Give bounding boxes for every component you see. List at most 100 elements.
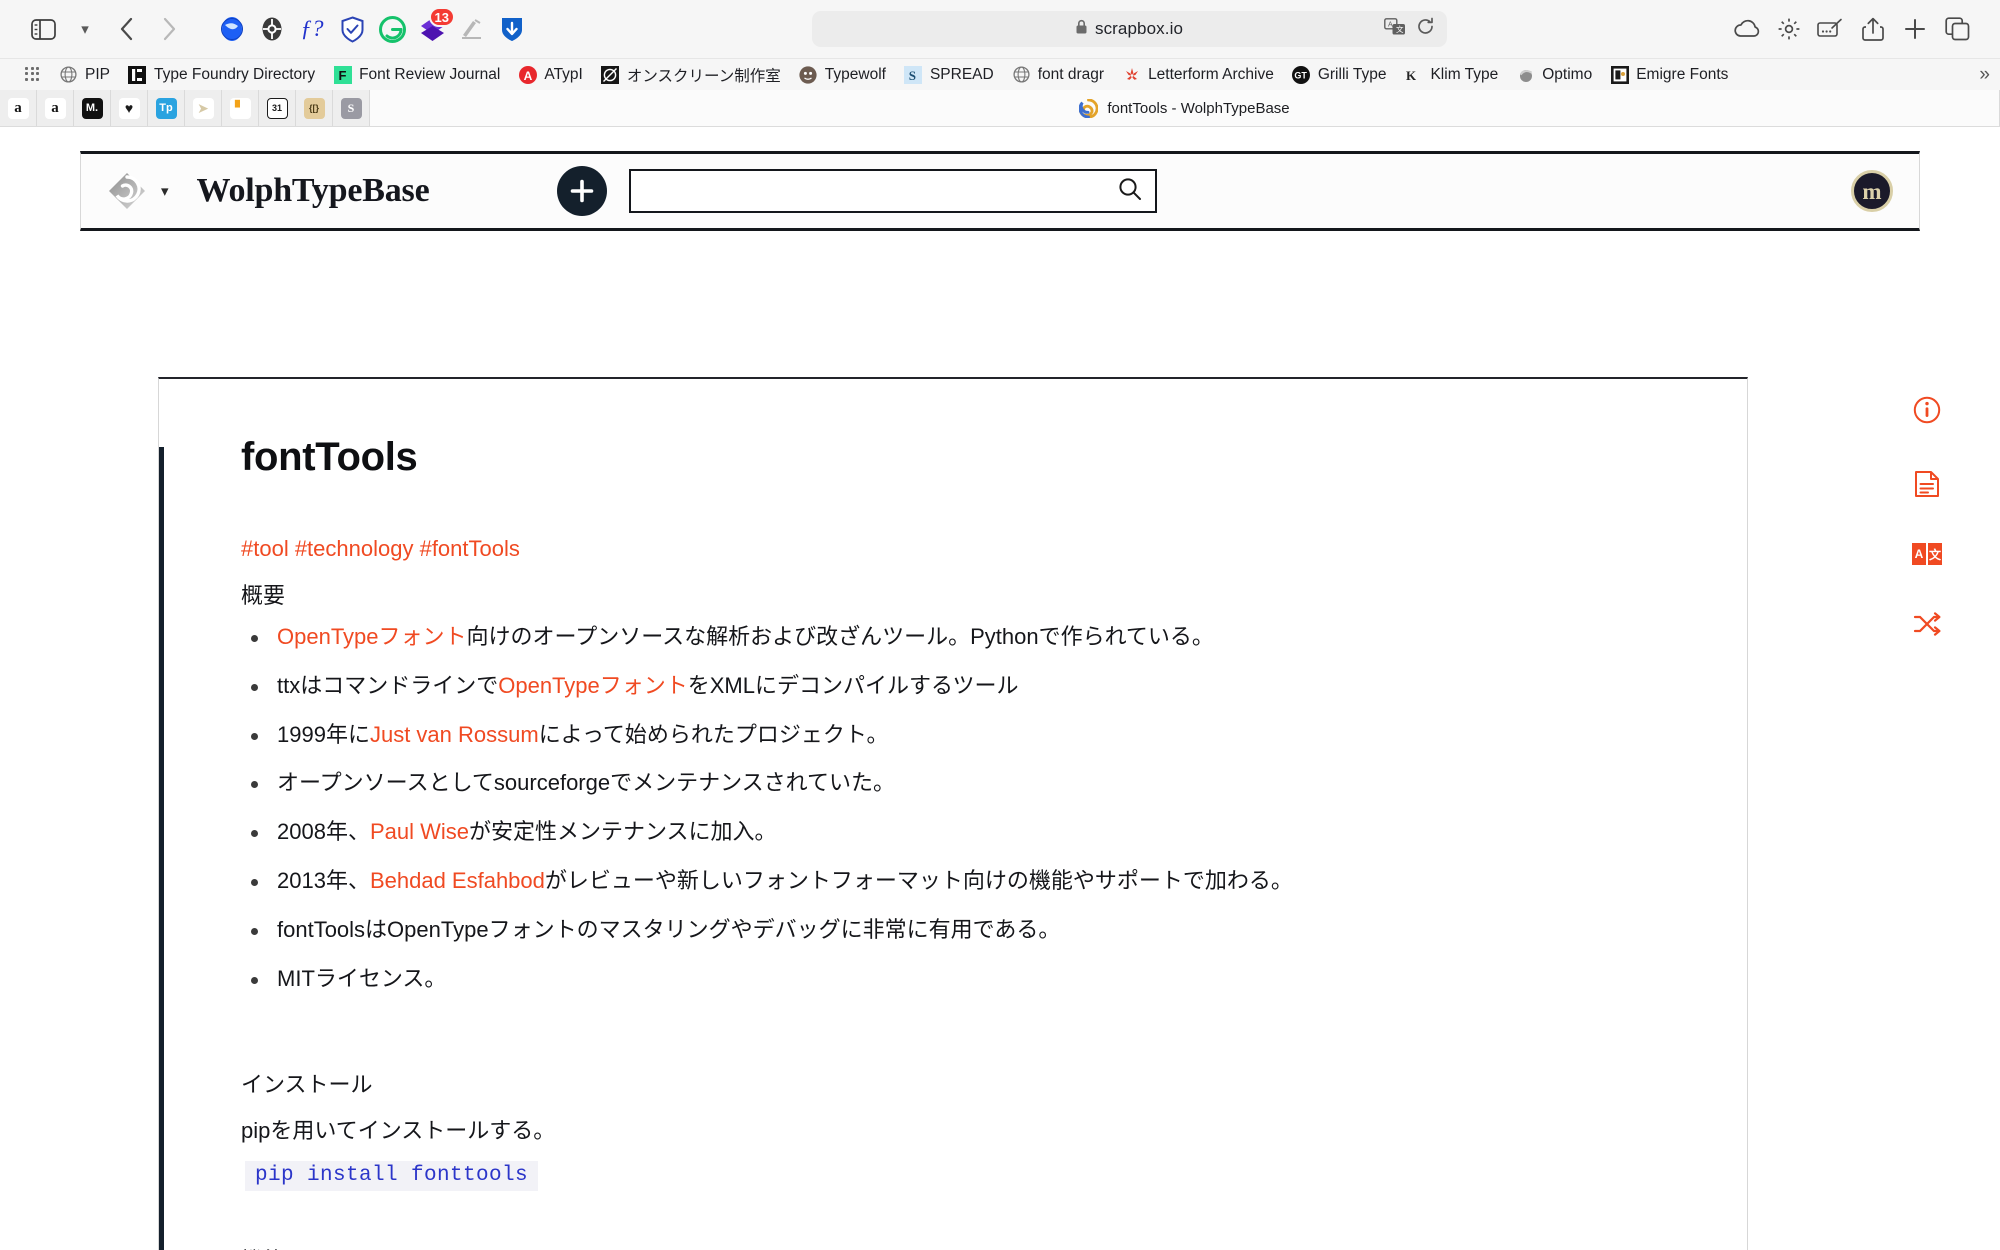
- address-bar[interactable]: scrapbox.io A 文: [811, 11, 1447, 47]
- ext-icon-purple-diamond[interactable]: 13: [412, 7, 455, 49]
- search-icon[interactable]: [1117, 176, 1143, 207]
- scrapbox-spiral-icon: [1078, 98, 1099, 118]
- tab-overview-icon[interactable]: [1936, 8, 1978, 50]
- ext-icon-grammarly[interactable]: [372, 9, 412, 49]
- bookmark-label: Klim Type: [1430, 65, 1499, 83]
- browser-chrome: ▾ ƒ? 13 scrapbox.io A 文 PIP Type Foundry…: [0, 0, 2000, 127]
- install-code[interactable]: pip install fonttools: [245, 1160, 539, 1191]
- tab-active-fonttools[interactable]: fontTools - WolphTypeBase: [370, 90, 2000, 126]
- page-link[interactable]: OpenTypeフォント: [277, 624, 467, 649]
- bookmark-pip[interactable]: PIP: [50, 61, 119, 89]
- frj-icon: F: [333, 65, 352, 84]
- project-chevron-down-icon[interactable]: ▾: [161, 182, 169, 200]
- page-document-icon[interactable]: [1912, 469, 1942, 499]
- spread-icon: S: [904, 65, 923, 84]
- ext-icon-adguard-shield[interactable]: [332, 9, 372, 49]
- bookmark-letterform-archive[interactable]: Letterform Archive: [1113, 61, 1283, 89]
- tab-s[interactable]: S: [333, 90, 370, 126]
- bookmark-label: オンスクリーン制作室: [626, 67, 781, 85]
- tfd-icon: [128, 65, 147, 84]
- page-link[interactable]: Paul Wise: [370, 819, 469, 844]
- tab-amazon-1[interactable]: a: [0, 90, 37, 126]
- bookmark-grilli-type[interactable]: GT Grilli Type: [1283, 61, 1396, 89]
- info-icon[interactable]: [1912, 395, 1942, 425]
- list-item-text: 2013年、: [277, 868, 370, 894]
- bookmark-label: Type Foundry Directory: [153, 65, 316, 83]
- sidebar-options-chevron-down-icon[interactable]: ▾: [64, 8, 106, 50]
- project-name[interactable]: WolphTypeBase: [197, 172, 430, 210]
- bookmark-spread[interactable]: S SPREAD: [895, 61, 1003, 89]
- list-item: OpenTypeフォント向けのオープンソースな解析および改ざんツール。Pytho…: [245, 624, 1687, 651]
- bookmark-emigre-fonts[interactable]: Emigre Fonts: [1601, 61, 1737, 89]
- reload-icon[interactable]: [1416, 17, 1435, 41]
- new-tab-icon[interactable]: [1894, 8, 1936, 50]
- tab-paperplane[interactable]: ➤: [185, 90, 222, 126]
- globe-icon: [1012, 65, 1031, 84]
- code-block-row: pip install fonttools: [241, 1160, 1687, 1191]
- project-spiral-logo[interactable]: [107, 171, 147, 211]
- ext-icon-grey-script[interactable]: [452, 9, 492, 49]
- bookmark-font-review-journal[interactable]: F Font Review Journal: [324, 61, 509, 89]
- tab-analytics[interactable]: ▘: [222, 90, 259, 126]
- ext-icon-f-question[interactable]: ƒ?: [292, 9, 332, 49]
- ext-icon-blue-download[interactable]: [492, 9, 532, 49]
- globe-icon: [59, 65, 78, 84]
- atypi-icon: A: [518, 65, 537, 84]
- page-link[interactable]: Behdad Esfahbod: [370, 868, 545, 893]
- avatar[interactable]: m: [1851, 170, 1893, 212]
- card-accent-bar: [159, 447, 164, 1250]
- page-title: fontTools: [241, 435, 418, 479]
- bookmark-font-dragr[interactable]: font dragr: [1003, 61, 1113, 89]
- list-item-text: 1999年に: [277, 721, 370, 747]
- search-input[interactable]: [643, 181, 1118, 201]
- tab-calendar[interactable]: 31: [259, 90, 296, 126]
- list-item-text: fontToolsはOpenTypeフォントのマスタリングやデバッグに非常に有用…: [277, 916, 1061, 942]
- tab-medium[interactable]: M.: [74, 90, 111, 126]
- bookmark-onscreen[interactable]: オンスクリーン制作室: [592, 61, 790, 89]
- sidebar-toggle-icon[interactable]: [22, 8, 64, 50]
- bookmark-typewolf[interactable]: Typewolf: [790, 61, 895, 89]
- forward-button[interactable]: [148, 8, 190, 50]
- back-button[interactable]: [106, 8, 148, 50]
- bookmark-label: Font Review Journal: [359, 65, 501, 83]
- list-item: 2008年、Paul Wiseが安定性メンテナンスに加入。: [245, 819, 1687, 846]
- svg-text:F: F: [338, 68, 346, 83]
- shuffle-icon[interactable]: [1912, 609, 1942, 639]
- bookmark-type-foundry-directory[interactable]: Type Foundry Directory: [119, 61, 324, 89]
- icloud-icon[interactable]: [1726, 8, 1768, 50]
- onscreen-icon: [601, 65, 620, 84]
- scrapbox-page: ▾ WolphTypeBase m fontTools #tool #techn…: [0, 127, 2000, 1250]
- scrapbox-header: ▾ WolphTypeBase m: [80, 151, 1920, 231]
- ext-icon-dark-circle[interactable]: [252, 9, 292, 49]
- tab-hearts[interactable]: ♥: [111, 90, 148, 126]
- bookmark-klim-type[interactable]: K Klim Type: [1395, 61, 1507, 89]
- page-link[interactable]: Just van Rossum: [370, 722, 539, 747]
- section-heading-install: インストール: [241, 1071, 373, 1097]
- ext-icon-blue-globe[interactable]: [212, 9, 252, 49]
- bookmark-optimo[interactable]: Optimo: [1507, 61, 1601, 89]
- list-item: オープンソースとしてsourceforgeでメンテナンスされていた。: [245, 770, 1687, 797]
- translate-ab-icon[interactable]: A 文: [1912, 543, 1942, 565]
- list-item: MITライセンス。: [245, 966, 1687, 993]
- list-item-text: MITライセンス。: [277, 965, 447, 991]
- tab-typedesign[interactable]: Tp: [148, 90, 185, 126]
- section-heading-features: 機能: [241, 1243, 1687, 1250]
- new-page-button[interactable]: [557, 166, 608, 216]
- page-tags[interactable]: #tool #technology #fontTools: [241, 536, 1687, 562]
- bookmarks-overflow-icon[interactable]: »: [1979, 64, 1990, 86]
- markup-icon[interactable]: [1810, 8, 1852, 50]
- bookmark-atypi[interactable]: A ATypI: [509, 61, 591, 89]
- bookmark-label: font dragr: [1037, 65, 1105, 83]
- tab-active-title: fontTools - WolphTypeBase: [1107, 99, 1290, 117]
- search-box[interactable]: [629, 169, 1158, 213]
- gear-icon[interactable]: [1768, 8, 1810, 50]
- tab-amazon-2[interactable]: a: [37, 90, 74, 126]
- share-icon[interactable]: [1852, 8, 1894, 50]
- list-item-text: オープンソースとしてsourceforgeでメンテナンスされていた。: [277, 770, 895, 796]
- page-link[interactable]: OpenTypeフォント: [498, 673, 688, 698]
- translate-icon[interactable]: A 文: [1383, 17, 1406, 41]
- bookmark-apps-grid[interactable]: [16, 61, 50, 89]
- tab-braces[interactable]: {[}: [296, 90, 333, 126]
